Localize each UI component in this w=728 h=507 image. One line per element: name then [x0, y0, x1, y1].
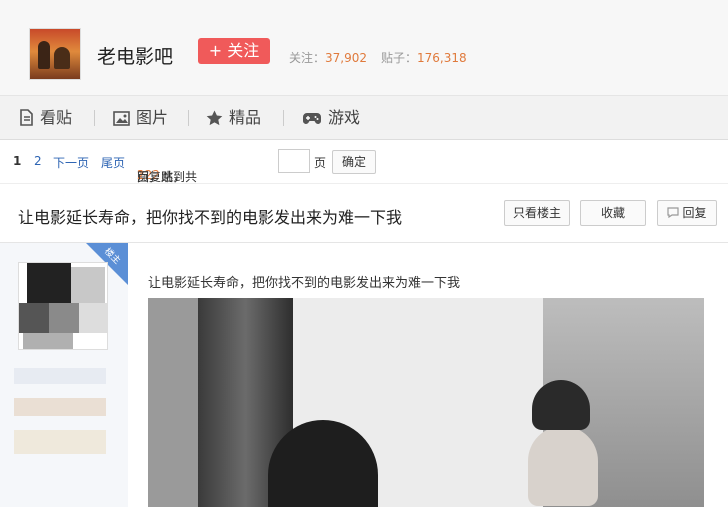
- tab-games-label: 游戏: [328, 108, 361, 127]
- confirm-jump-button[interactable]: 确定: [332, 150, 376, 174]
- post-title-bar: 让电影延长寿命，把你找不到的电影发出来为难一下我 只看楼主 收藏 回复: [0, 184, 728, 243]
- follow-count-label: 关注：: [289, 51, 326, 65]
- posts-count-label: 贴子：: [381, 51, 418, 65]
- reply-button-label: 回复: [682, 206, 707, 220]
- forum-logo[interactable]: [29, 28, 81, 80]
- tab-images-label: 图片: [136, 108, 169, 127]
- author-level: [14, 398, 106, 416]
- posts-count: 176,318: [417, 51, 467, 65]
- last-page-link[interactable]: 尾页: [101, 154, 125, 171]
- tab-images[interactable]: 图片: [113, 96, 168, 139]
- forum-name[interactable]: 老电影吧: [97, 42, 173, 69]
- forum-nav: 看贴 图片 精品 游戏: [0, 96, 728, 140]
- only-op-button[interactable]: 只看楼主: [504, 200, 570, 226]
- star-icon: [206, 110, 223, 126]
- forum-header: 老电影吧 + 关注 关注：37,902 贴子：176,318: [0, 0, 728, 96]
- post-image[interactable]: [148, 298, 704, 507]
- image-icon: [113, 111, 130, 126]
- post-title: 让电影延长寿命，把你找不到的电影发出来为难一下我: [18, 208, 403, 227]
- tab-posts-label: 看贴: [40, 108, 73, 127]
- page-unit-label: 页: [314, 156, 327, 170]
- document-icon: [20, 109, 33, 126]
- tab-featured[interactable]: 精品: [206, 96, 261, 139]
- logo-figure: [54, 47, 70, 69]
- page-2-link[interactable]: 2: [34, 154, 42, 168]
- author-badge: [14, 430, 106, 454]
- reply-button[interactable]: 回复: [657, 200, 717, 226]
- gamepad-icon: [303, 113, 321, 124]
- author-name[interactable]: [14, 368, 106, 384]
- next-page-link[interactable]: 下一页: [53, 154, 89, 171]
- logo-figure: [38, 41, 50, 69]
- jump-page-input[interactable]: [278, 149, 310, 173]
- favorite-button[interactable]: 收藏: [580, 200, 646, 226]
- tab-posts[interactable]: 看贴: [18, 96, 72, 139]
- follow-button[interactable]: + 关注: [198, 38, 270, 64]
- tab-games[interactable]: 游戏: [302, 96, 360, 139]
- follow-count: 37,902: [325, 51, 368, 65]
- forum-stats: 关注：37,902 贴子：176,318: [289, 49, 467, 66]
- avatar[interactable]: [18, 262, 108, 350]
- comment-icon: [667, 207, 680, 219]
- tab-featured-label: 精品: [229, 108, 262, 127]
- page-1-current: 1: [13, 154, 22, 168]
- post-content-text: 让电影延长寿命，把你找不到的电影发出来为难一下我: [148, 276, 461, 291]
- pagination-bar: 1 2 下一页 尾页 122 回复贴，共 2 页，跳到 页 确定: [0, 140, 728, 184]
